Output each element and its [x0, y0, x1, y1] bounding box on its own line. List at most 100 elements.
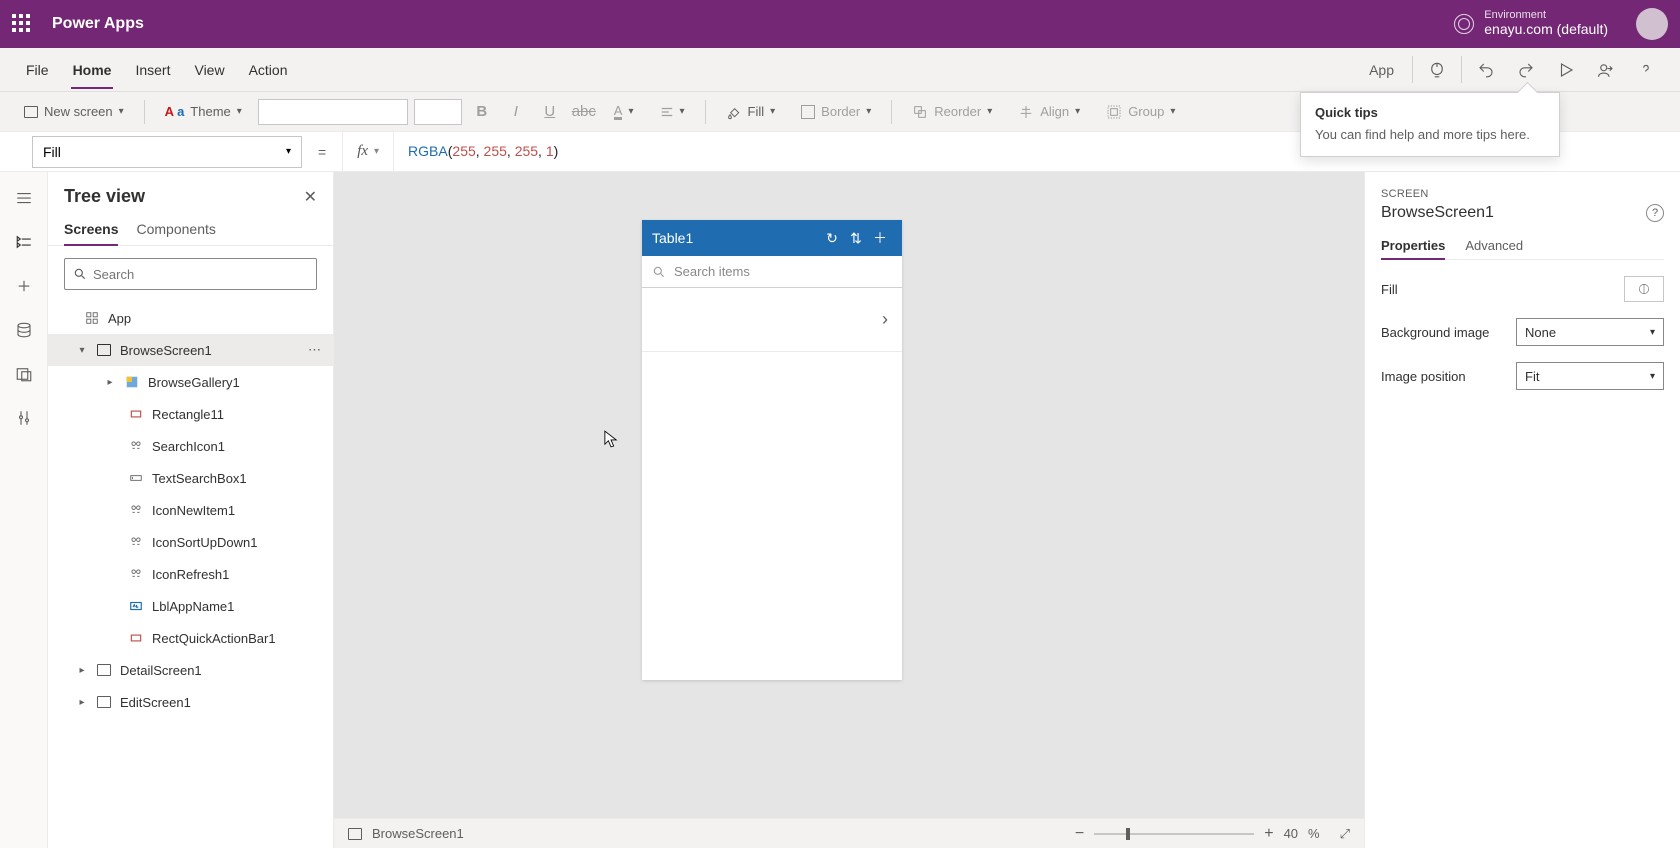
align-button[interactable]: Align▾: [1008, 96, 1090, 128]
tree-node-browsegallery1[interactable]: ▸ BrowseGallery1: [48, 366, 333, 398]
status-screen-name: BrowseScreen1: [372, 826, 464, 841]
bg-image-select[interactable]: None ▾: [1516, 318, 1664, 346]
screen-icon: [24, 106, 38, 118]
icon-node-icon: [128, 438, 144, 454]
tree-search-input[interactable]: [93, 267, 308, 282]
tree-node-label: IconRefresh1: [152, 567, 229, 582]
tab-properties[interactable]: Properties: [1381, 232, 1445, 259]
hamburger-icon[interactable]: [14, 188, 34, 208]
caret-icon[interactable]: ▾: [76, 345, 88, 356]
group-button[interactable]: Group▾: [1096, 96, 1185, 128]
share-icon[interactable]: [1586, 48, 1626, 91]
close-tree-icon[interactable]: ✕: [304, 187, 317, 207]
fill-label: Fill: [748, 104, 765, 119]
image-pos-select[interactable]: Fit ▾: [1516, 362, 1664, 390]
tree-node-editscreen1[interactable]: ▸ EditScreen1: [48, 686, 333, 718]
image-pos-label: Image position: [1381, 369, 1466, 384]
phone-search-placeholder: Search items: [674, 264, 750, 279]
advanced-tools-icon[interactable]: [14, 408, 34, 428]
tree-node-textsearchbox1[interactable]: TextSearchBox1: [48, 462, 333, 494]
phone-search-bar[interactable]: Search items: [642, 256, 902, 288]
tree-node-iconrefresh1[interactable]: IconRefresh1: [48, 558, 333, 590]
tab-advanced[interactable]: Advanced: [1465, 232, 1523, 259]
new-screen-button[interactable]: New screen ▾: [14, 96, 134, 128]
theme-button[interactable]: Aa Theme ▾: [155, 96, 252, 128]
underline-button[interactable]: U: [536, 103, 564, 120]
strikethrough-button[interactable]: abc: [570, 103, 598, 120]
label-node-icon: [128, 598, 144, 614]
phone-preview[interactable]: Table1 ↻ ⇅ ＋ Search items ›: [642, 220, 902, 680]
tree-view-icon[interactable]: [14, 232, 34, 252]
environment-picker[interactable]: Environment enayu.com (default): [1454, 9, 1608, 39]
font-family-select[interactable]: [258, 99, 408, 125]
canvas-area[interactable]: Table1 ↻ ⇅ ＋ Search items › BrowseScreen…: [334, 172, 1364, 848]
refresh-icon[interactable]: ↻: [820, 230, 844, 247]
data-icon[interactable]: [14, 320, 34, 340]
tree-node-browsescreen1[interactable]: ▾ BrowseScreen1 ⋯: [48, 334, 333, 366]
add-icon[interactable]: ＋: [868, 228, 892, 248]
gallery-row[interactable]: ›: [642, 288, 902, 352]
zoom-in-button[interactable]: +: [1264, 825, 1273, 843]
property-selector[interactable]: Fill ▾: [32, 136, 302, 168]
font-color-button[interactable]: A▾: [604, 96, 644, 128]
text-align-button[interactable]: ▾: [650, 96, 695, 128]
properties-panel: SCREEN BrowseScreen1 ? Properties Advanc…: [1364, 172, 1680, 848]
tooltip-body: You can find help and more tips here.: [1315, 126, 1545, 144]
tree-list: App ▾ BrowseScreen1 ⋯ ▸ BrowseGallery1 R…: [48, 302, 333, 848]
tooltip-title: Quick tips: [1315, 105, 1545, 120]
info-icon[interactable]: ?: [1646, 204, 1664, 222]
insert-icon[interactable]: [14, 276, 34, 296]
tree-node-detailscreen1[interactable]: ▸ DetailScreen1: [48, 654, 333, 686]
icon-node-icon: [128, 534, 144, 550]
menu-file[interactable]: File: [14, 48, 61, 91]
fit-to-window-icon[interactable]: ⤢: [1340, 826, 1350, 842]
caret-icon[interactable]: ▸: [104, 377, 116, 388]
app-node-icon: [84, 310, 100, 326]
tree-node-label: IconNewItem1: [152, 503, 235, 518]
menu-view[interactable]: View: [182, 48, 236, 91]
zoom-value: 40: [1284, 826, 1298, 841]
play-icon[interactable]: [1546, 48, 1586, 91]
tree-node-iconsortupdown1[interactable]: IconSortUpDown1: [48, 526, 333, 558]
menu-action[interactable]: Action: [237, 48, 300, 91]
tab-screens[interactable]: Screens: [64, 213, 118, 245]
tree-node-lblappname1[interactable]: LblAppName1: [48, 590, 333, 622]
group-label: Group: [1128, 104, 1164, 119]
more-icon[interactable]: ⋯: [308, 342, 321, 358]
fill-button[interactable]: Fill▾: [716, 96, 786, 128]
zoom-slider[interactable]: [1094, 833, 1254, 835]
tree-node-searchicon1[interactable]: SearchIcon1: [48, 430, 333, 462]
app-checker-icon[interactable]: [1417, 48, 1457, 91]
font-size-select[interactable]: [414, 99, 462, 125]
app-launcher-icon[interactable]: [12, 14, 32, 34]
sort-icon[interactable]: ⇅: [844, 230, 868, 247]
help-icon[interactable]: [1626, 48, 1666, 91]
tree-node-rectangle11[interactable]: Rectangle11: [48, 398, 333, 430]
rect-node-icon: [128, 630, 144, 646]
media-icon[interactable]: [14, 364, 34, 384]
tab-components[interactable]: Components: [136, 213, 215, 245]
formula-input[interactable]: RGBA(255, 255, 255, 1): [394, 143, 558, 160]
border-button[interactable]: Border▾: [791, 96, 881, 128]
tree-node-label: RectQuickActionBar1: [152, 631, 276, 646]
bold-button[interactable]: B: [468, 103, 496, 120]
menu-insert[interactable]: Insert: [123, 48, 182, 91]
zoom-out-button[interactable]: −: [1075, 825, 1084, 843]
undo-icon[interactable]: [1466, 48, 1506, 91]
chevron-right-icon[interactable]: ›: [882, 309, 888, 330]
screen-node-icon: [96, 694, 112, 710]
tree-node-rectquickactionbar1[interactable]: RectQuickActionBar1: [48, 622, 333, 654]
fx-expand-button[interactable]: fx▾: [342, 132, 394, 171]
app-settings-button[interactable]: App: [1355, 48, 1408, 91]
italic-button[interactable]: I: [502, 103, 530, 120]
menu-home[interactable]: Home: [61, 48, 124, 91]
reorder-button[interactable]: Reorder▾: [902, 96, 1002, 128]
tree-node-label: LblAppName1: [152, 599, 234, 614]
user-avatar[interactable]: [1636, 8, 1668, 40]
fill-color-swatch[interactable]: [1624, 276, 1664, 302]
caret-icon[interactable]: ▸: [76, 697, 88, 708]
tree-node-iconnewitem1[interactable]: IconNewItem1: [48, 494, 333, 526]
tree-search-box[interactable]: [64, 258, 317, 290]
caret-icon[interactable]: ▸: [76, 665, 88, 676]
tree-node-app[interactable]: App: [48, 302, 333, 334]
